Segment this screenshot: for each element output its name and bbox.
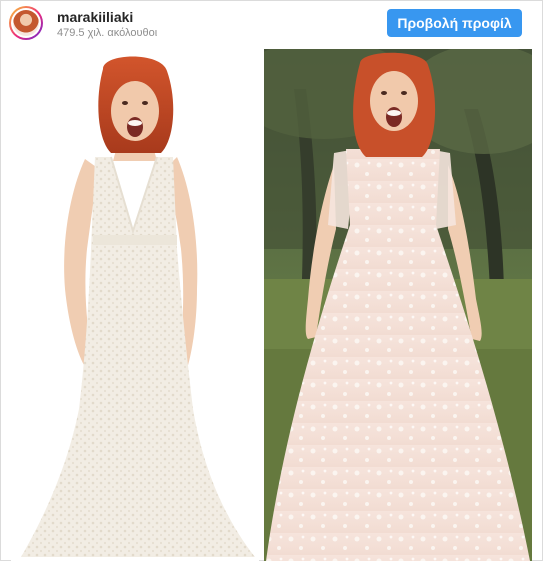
left-dress-photo[interactable] bbox=[11, 49, 259, 561]
right-dress-photo[interactable] bbox=[264, 49, 532, 561]
avatar-ring bbox=[11, 8, 41, 38]
post-header: marakiiliaki 479.5 χιλ. ακόλουθοι Προβολ… bbox=[1, 1, 542, 45]
username[interactable]: marakiiliaki bbox=[57, 9, 133, 25]
view-profile-button[interactable]: Προβολή προφίλ bbox=[387, 9, 522, 37]
avatar-photo bbox=[13, 10, 39, 36]
lace-mermaid-dress-image bbox=[21, 56, 255, 557]
followers-count: 479.5 χιλ. ακόλουθοι bbox=[57, 27, 158, 39]
avatar[interactable] bbox=[9, 6, 43, 40]
off-shoulder-ball-gown-image bbox=[264, 49, 532, 561]
instagram-embed: marakiiliaki 479.5 χιλ. ακόλουθοι Προβολ… bbox=[0, 0, 543, 561]
